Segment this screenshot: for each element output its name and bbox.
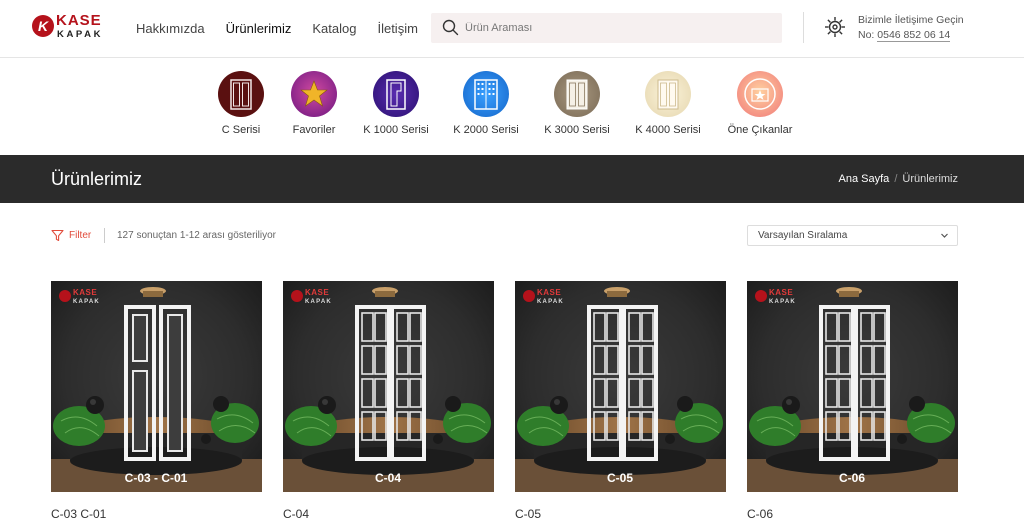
category-favorites-icon <box>291 71 337 117</box>
product-card[interactable]: KASE KAPAK C-05 C-05 <box>515 281 726 521</box>
product-name[interactable]: C-06 <box>747 507 958 521</box>
category-label: K 1000 Serisi <box>363 124 429 136</box>
contact-phone-link[interactable]: 0546 852 06 14 <box>877 29 951 42</box>
site-header: K KASE KAPAK Hakkımızda Ürünlerimiz Kata… <box>0 0 1024 58</box>
product-plate-label: C-03 - C-01 <box>125 471 188 485</box>
category-label: Öne Çıkanlar <box>727 124 793 136</box>
toolbar-divider <box>104 228 105 243</box>
category-k1000-icon <box>373 71 419 117</box>
category-k3000[interactable]: K 3000 Serisi <box>527 71 627 137</box>
product-name[interactable]: C-04 <box>283 507 494 521</box>
results-count: 127 sonuçtan 1-12 arası gösteriliyor <box>117 230 276 241</box>
sort-select[interactable]: Varsayılan Sıralama <box>747 225 958 246</box>
breadcrumb: Ana Sayfa / Ürünlerimiz <box>839 173 958 186</box>
search-icon[interactable] <box>442 19 459 36</box>
svg-text:KASE: KASE <box>305 288 329 297</box>
nav-products[interactable]: Ürünlerimiz <box>226 20 292 38</box>
svg-text:KASE: KASE <box>537 288 561 297</box>
product-image-art: KASE KAPAK C-06 <box>747 281 958 492</box>
svg-text:KASE: KASE <box>73 288 97 297</box>
filter-button[interactable]: Filter <box>69 230 91 242</box>
product-card[interactable]: KASE KAPAK C-04 C-04 <box>283 281 494 521</box>
svg-text:KAPAK: KAPAK <box>769 299 796 305</box>
product-image[interactable]: KASE KAPAK C-05 <box>515 281 726 492</box>
category-k3000-icon <box>554 71 600 117</box>
product-image-art: KASE KAPAK C-05 <box>515 281 726 492</box>
category-label: K 3000 Serisi <box>544 124 610 136</box>
category-k4000-icon <box>645 71 691 117</box>
search-bar <box>431 13 782 43</box>
category-label: K 4000 Serisi <box>635 124 701 136</box>
page-title: Ürünlerimiz <box>51 169 143 189</box>
nav-contact[interactable]: İletişim <box>377 20 417 38</box>
header-divider <box>803 12 804 43</box>
product-image-art: KASE KAPAK C-03 - C-01 <box>51 281 262 492</box>
svg-text:KASE: KASE <box>769 288 793 297</box>
logo-text-bottom: KAPAK <box>57 29 104 40</box>
chevron-down-icon <box>941 233 948 238</box>
product-plate-label: C-04 <box>375 471 401 485</box>
nav-catalog[interactable]: Katalog <box>312 20 356 38</box>
logo-text-top: KASE <box>56 12 102 29</box>
breadcrumb-home-link[interactable]: Ana Sayfa <box>839 173 890 185</box>
product-image-art: KASE KAPAK C-04 <box>283 281 494 492</box>
site-logo[interactable]: K KASE KAPAK <box>32 13 101 44</box>
category-k2000[interactable]: K 2000 Serisi <box>436 71 536 137</box>
product-name[interactable]: C-05 <box>515 507 726 521</box>
product-image[interactable]: KASE KAPAK C-04 <box>283 281 494 492</box>
nav-about[interactable]: Hakkımızda <box>136 20 205 38</box>
product-plate-label: C-06 <box>839 471 865 485</box>
category-k2000-icon <box>463 71 509 117</box>
category-c-series-icon <box>218 71 264 117</box>
product-plate-label: C-05 <box>607 471 633 485</box>
contact-phone-line: No: 0546 852 06 14 <box>858 29 951 42</box>
sort-select-value: Varsayılan Sıralama <box>758 230 848 241</box>
main-nav: Hakkımızda Ürünlerimiz Katalog İletişim <box>136 20 439 38</box>
page-title-bar: Ürünlerimiz Ana Sayfa / Ürünlerimiz <box>0 155 1024 203</box>
product-image[interactable]: KASE KAPAK C-06 <box>747 281 958 492</box>
product-name[interactable]: C-03 C-01 <box>51 507 262 521</box>
category-k1000[interactable]: K 1000 Serisi <box>346 71 446 137</box>
product-image[interactable]: KASE KAPAK C-03 - C-01 <box>51 281 262 492</box>
svg-text:KAPAK: KAPAK <box>73 299 100 305</box>
breadcrumb-separator: / <box>894 173 898 185</box>
contact-heading: Bizimle İletişime Geçin <box>858 14 964 26</box>
category-featured[interactable]: Öne Çıkanlar <box>710 71 810 137</box>
product-card[interactable]: KASE KAPAK C-03 - C-01 C-03 C-01 <box>51 281 262 521</box>
category-label: K 2000 Serisi <box>453 124 519 136</box>
contact-phone-prefix: No: <box>858 29 878 41</box>
gear-icon <box>825 17 845 37</box>
category-featured-icon <box>737 71 783 117</box>
category-strip: C Serisi Favoriler K 1000 Serisi K 2000 … <box>0 58 1024 155</box>
svg-text:KAPAK: KAPAK <box>305 299 332 305</box>
breadcrumb-current: Ürünlerimiz <box>902 173 958 185</box>
product-card[interactable]: KASE KAPAK C-06 C-06 <box>747 281 958 521</box>
filter-icon[interactable] <box>51 229 64 242</box>
category-k4000[interactable]: K 4000 Serisi <box>618 71 718 137</box>
svg-text:KAPAK: KAPAK <box>537 299 564 305</box>
logo-mark: K <box>32 15 54 37</box>
search-input[interactable] <box>465 13 765 43</box>
